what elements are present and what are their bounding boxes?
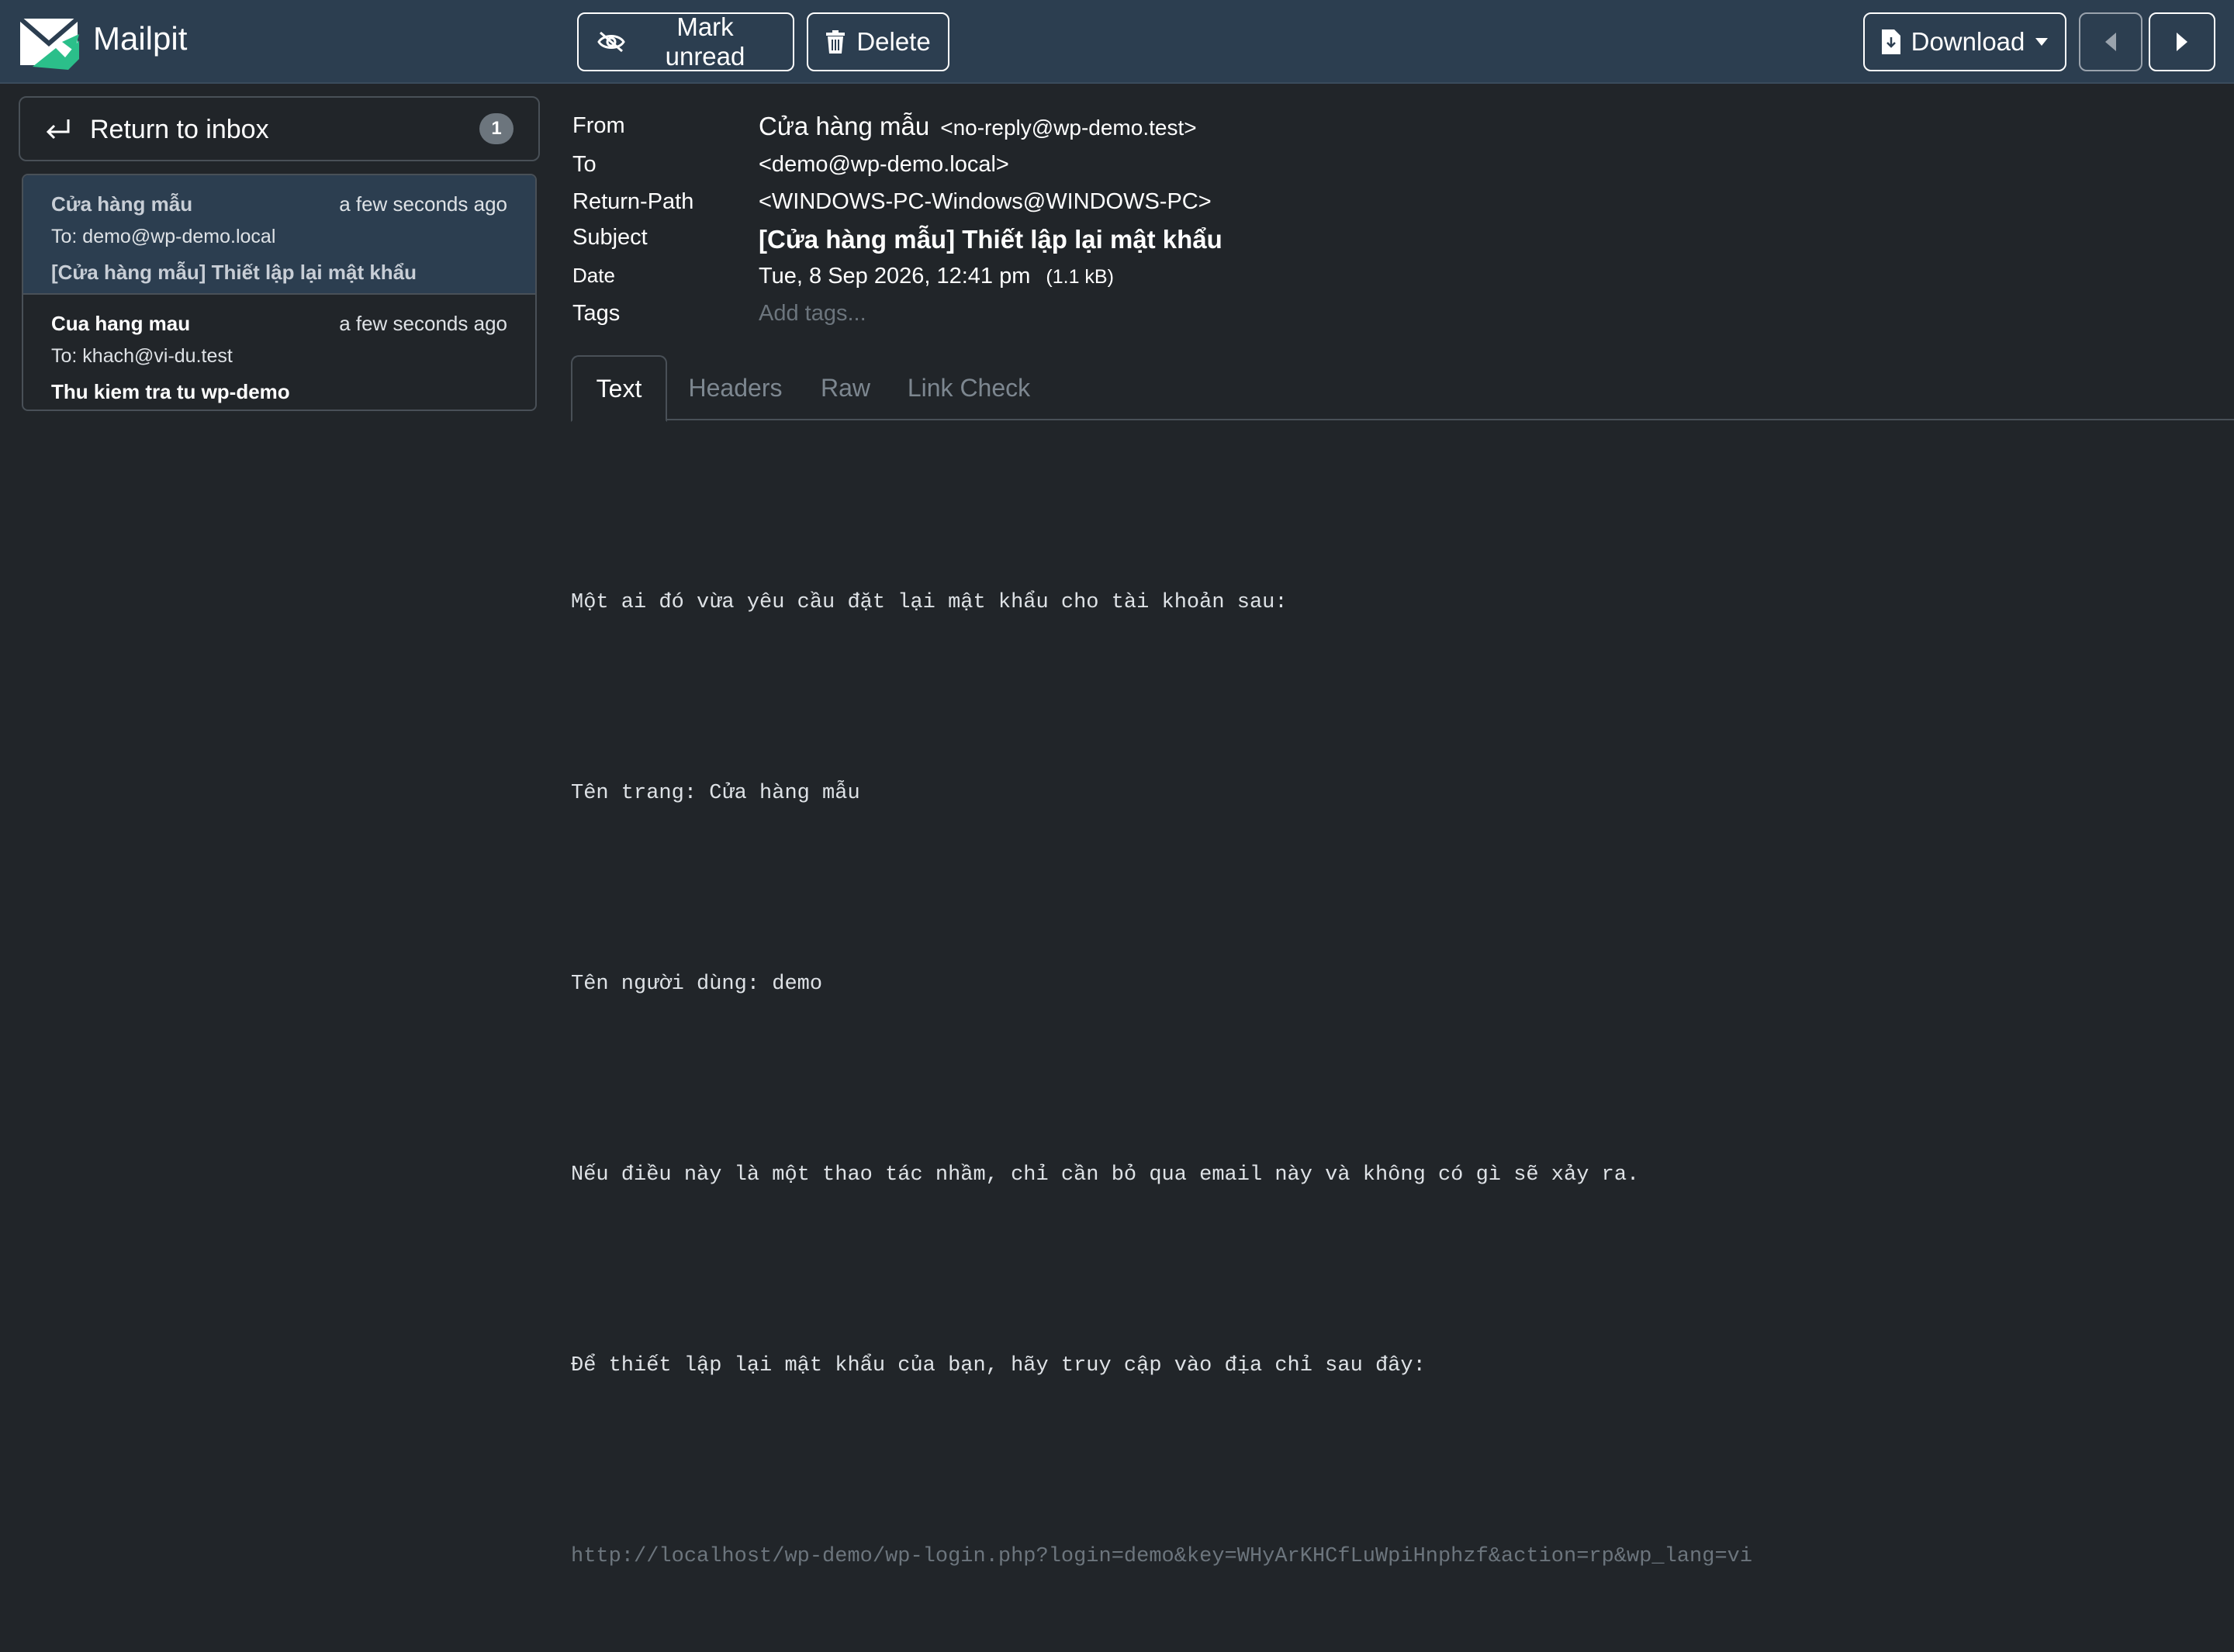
message-time: a few seconds ago [339, 312, 507, 335]
message-list-item[interactable]: Cua hang mau a few seconds ago To: khach… [23, 293, 535, 410]
message-list: Cửa hàng mẫu a few seconds ago To: demo@… [22, 174, 537, 411]
top-navbar: Mailpit Mark unread Delete Download [0, 0, 2234, 84]
body-line: Nếu điều này là một thao tác nhầm, chỉ c… [571, 1163, 1640, 1187]
mark-unread-button[interactable]: Mark unread [577, 12, 794, 71]
return-arrow-icon [46, 119, 70, 140]
tab-text[interactable]: Text [571, 355, 667, 422]
body-line: Một ai đó vừa yêu cầu đặt lại mật khẩu c… [571, 591, 1288, 614]
subject-label: Subject [572, 225, 648, 250]
tab-headers[interactable]: Headers [667, 355, 804, 420]
tab-link-check[interactable]: Link Check [887, 355, 1050, 420]
subject-value: [Cửa hàng mẫu] Thiết lập lại mật khẩu [759, 225, 1222, 254]
message-view-tabs: Text Headers Raw Link Check [571, 355, 2234, 422]
message-time: a few seconds ago [339, 192, 507, 216]
eye-slash-icon [597, 31, 625, 53]
reset-password-link[interactable]: http://localhost/wp-demo/wp-login.php?lo… [571, 1525, 1752, 1588]
to-value[interactable]: <demo@wp-demo.local> [759, 152, 1009, 178]
return-to-inbox-button[interactable]: Return to inbox 1 [19, 96, 540, 161]
return-path-value: <WINDOWS-PC-Windows@WINDOWS-PC> [759, 189, 1212, 214]
message-body: Một ai đó vừa yêu cầu đặt lại mật khẩu c… [571, 444, 1752, 1652]
body-line: Tên người dùng: demo [571, 973, 823, 996]
body-line: Tên trang: Cửa hàng mẫu [571, 782, 860, 805]
body-line: Để thiết lập lại mật khẩu của bạn, hãy t… [571, 1354, 1426, 1377]
message-size: (1.1 kB) [1046, 266, 1114, 288]
message-recipient: To: khach@vi-du.test [51, 345, 233, 367]
trash-icon [826, 30, 846, 54]
tags-input[interactable]: Add tags... [759, 301, 866, 327]
caret-down-icon [2035, 38, 2049, 46]
delete-label: Delete [856, 27, 931, 56]
previous-message-button[interactable] [2079, 12, 2142, 71]
from-label: From [572, 113, 625, 138]
download-label: Download [1911, 27, 2025, 56]
return-to-inbox-label: Return to inbox [90, 115, 269, 144]
from-name: Cửa hàng mẫu [759, 112, 930, 140]
next-message-button[interactable] [2149, 12, 2215, 71]
date-text: Tue, 8 Sep 2026, 12:41 pm [759, 264, 1031, 289]
date-value: Tue, 8 Sep 2026, 12:41 pm (1.1 kB) [759, 264, 1114, 289]
file-download-icon [1881, 29, 1900, 54]
delete-button[interactable]: Delete [807, 12, 949, 71]
mark-unread-label: Mark unread [665, 12, 745, 71]
to-label: To [572, 152, 597, 177]
download-dropdown-button[interactable]: Download [1863, 12, 2066, 71]
caret-right-icon [2177, 33, 2187, 51]
unread-count-badge: 1 [479, 113, 514, 144]
message-recipient: To: demo@wp-demo.local [51, 226, 276, 247]
from-value: Cửa hàng mẫu <no-reply@wp-demo.test> [759, 112, 1197, 141]
return-path-label: Return-Path [572, 189, 694, 214]
date-label: Date [572, 264, 615, 287]
caret-left-icon [2105, 33, 2116, 51]
app-name[interactable]: Mailpit [93, 19, 187, 59]
message-subject: Thu kiem tra tu wp-demo [51, 380, 290, 403]
message-subject: [Cửa hàng mẫu] Thiết lập lại mật khẩu [51, 261, 417, 284]
tags-label: Tags [572, 301, 621, 326]
message-list-item[interactable]: Cửa hàng mẫu a few seconds ago To: demo@… [23, 175, 535, 293]
from-email[interactable]: <no-reply@wp-demo.test> [940, 116, 1196, 140]
tab-raw[interactable]: Raw [804, 355, 887, 420]
mailpit-logo-icon[interactable] [17, 11, 81, 71]
